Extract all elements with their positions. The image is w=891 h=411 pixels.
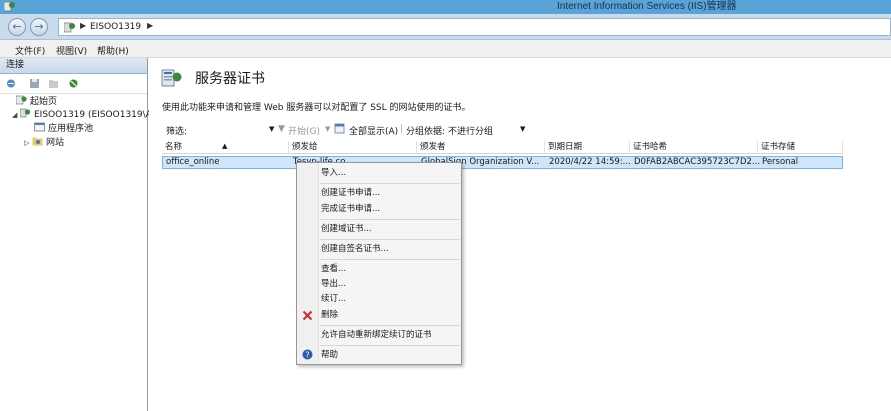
column-header-hash[interactable]: 证书哈希 [630,141,758,154]
tree-label: EISOO1319 (EISOO1319\Ad [34,110,158,120]
breadcrumb-separator-icon[interactable]: ▶ [147,21,153,30]
show-all-icon [334,123,345,134]
server-certificates-icon [161,69,182,87]
sort-ascending-icon: ▲ [222,142,228,150]
filter-go-icon: ▼ [278,124,285,134]
menu-item-import[interactable]: 导入... [321,167,346,179]
show-all-button[interactable]: 全部显示(A) [349,124,398,137]
connections-pane: 连接 起始页 ◢ EISOO1319 (EISOO1319\Ad 应用程序池 ▷… [0,58,157,411]
iis-app-icon [4,1,15,12]
tree-item-start-page[interactable]: 起始页 [16,95,57,109]
group-by-label: 分组依据: [406,127,446,137]
filter-label: 筛选: [166,127,188,137]
go-button[interactable]: 开始(G) [288,124,320,137]
context-menu: 导入... 创建证书申请... 完成证书申请... 创建域证书... 创建自签名… [296,162,462,365]
arrow-right-icon: → [34,20,44,33]
table-cell: office_online [166,157,220,167]
menu-item-remove[interactable]: 删除 [321,309,338,321]
delete-icon [302,310,313,321]
toolbar-divider: | [400,124,404,134]
tree-label: 应用程序池 [48,124,94,134]
title-bar: Internet Information Services (IIS)管理器 [0,0,891,14]
window-title: Internet Information Services (IIS)管理器 [557,1,737,12]
page-description: 使用此功能来申请和管理 Web 服务器可以对配置了 SSL 的网站使用的证书。 [162,103,471,113]
forward-button[interactable]: → [30,18,48,36]
tree-item-sites[interactable]: ▷ 网站 [24,136,64,150]
menu-item-export[interactable]: 导出... [321,278,346,290]
menu-item-create-domain-cert[interactable]: 创建域证书... [321,223,372,235]
column-header-store[interactable]: 证书存储 [758,141,843,154]
menu-help[interactable]: 帮助(H) [97,44,129,57]
menu-view[interactable]: 视图(V) [56,44,87,57]
menu-divider [320,345,460,346]
app-pool-icon [34,122,45,132]
server-icon [20,108,31,118]
collapse-arrow-icon[interactable]: ◢ [12,108,20,122]
group-by-select[interactable]: 不进行分组 [448,124,493,137]
menu-divider [320,325,460,326]
save-icon[interactable] [29,78,40,89]
connect-icon[interactable] [6,78,17,89]
menu-item-auto-rebind[interactable]: 允许自动重新绑定续订的证书 [321,329,432,341]
svg-text:?: ? [305,350,309,359]
breadcrumb-server[interactable]: EISOO1319 [90,22,141,32]
menu-divider [320,219,460,220]
expand-arrow-icon[interactable]: ▷ [24,136,32,150]
column-header-name[interactable]: 名称 ▲ [162,141,289,154]
connections-toolbar [0,74,147,94]
tree-label: 网站 [46,138,65,148]
back-button[interactable]: ← [8,18,26,36]
folder-icon[interactable] [48,78,59,89]
go-dropdown-icon[interactable]: ▼ [325,125,330,133]
tree-item-server[interactable]: ◢ EISOO1319 (EISOO1319\Ad [12,108,157,122]
column-header-issued-to[interactable]: 颁发给 [289,141,417,154]
address-bar: ← → ▶ EISOO1319 ▶ [0,14,891,40]
menu-item-create-request[interactable]: 创建证书申请... [321,187,380,199]
table-cell: D0FAB2ABCAC395723C7D2... [634,157,759,167]
menu-bar: 文件(F) 视图(V) 帮助(H) [0,40,891,58]
context-menu-gutter [297,163,319,364]
arrow-left-icon: ← [12,20,22,33]
address-field[interactable]: ▶ EISOO1319 ▶ [58,18,891,36]
connections-header: 连接 [0,58,147,74]
filter-bar: 筛选: ▼ ▼ 开始(G) ▼ 全部显示(A) | 分组依据: 不进行分组 ▼ [159,120,888,138]
column-header-expiration[interactable]: 到期日期 [545,141,630,154]
menu-divider [320,259,460,260]
menu-item-create-self-signed[interactable]: 创建自签名证书... [321,243,389,255]
page-title: 服务器证书 [195,71,265,87]
table-row[interactable]: office_online Tesyp-life.co GlobalSign O… [162,156,843,169]
menu-item-complete-request[interactable]: 完成证书申请... [321,203,380,215]
help-icon: ? [302,349,313,360]
sites-folder-icon [32,137,43,146]
menu-item-help[interactable]: 帮助 [321,349,338,361]
menu-divider [320,239,460,240]
filter-dropdown-icon[interactable]: ▼ [269,125,274,133]
menu-item-renew[interactable]: 续订... [321,293,346,305]
table-cell: 2020/4/22 14:59:... [549,157,631,167]
table-header: 名称 ▲ 颁发给 颁发者 到期日期 证书哈希 证书存储 [162,141,843,154]
column-header-issuer[interactable]: 颁发者 [417,141,545,154]
table-cell: Personal [762,157,799,167]
menu-divider [320,183,460,184]
group-by-dropdown-icon[interactable]: ▼ [520,125,525,133]
breadcrumb-separator-icon: ▶ [80,21,87,30]
main-pane: 服务器证书 使用此功能来申请和管理 Web 服务器可以对配置了 SSL 的网站使… [149,58,891,411]
tree-item-app-pools[interactable]: 应用程序池 [34,122,93,136]
tree-label: 起始页 [30,97,58,107]
start-page-icon [16,95,27,105]
disconnect-icon[interactable] [68,78,79,89]
menu-item-view[interactable]: 查看... [321,263,346,275]
menu-file[interactable]: 文件(F) [15,44,45,57]
server-icon [64,22,75,33]
